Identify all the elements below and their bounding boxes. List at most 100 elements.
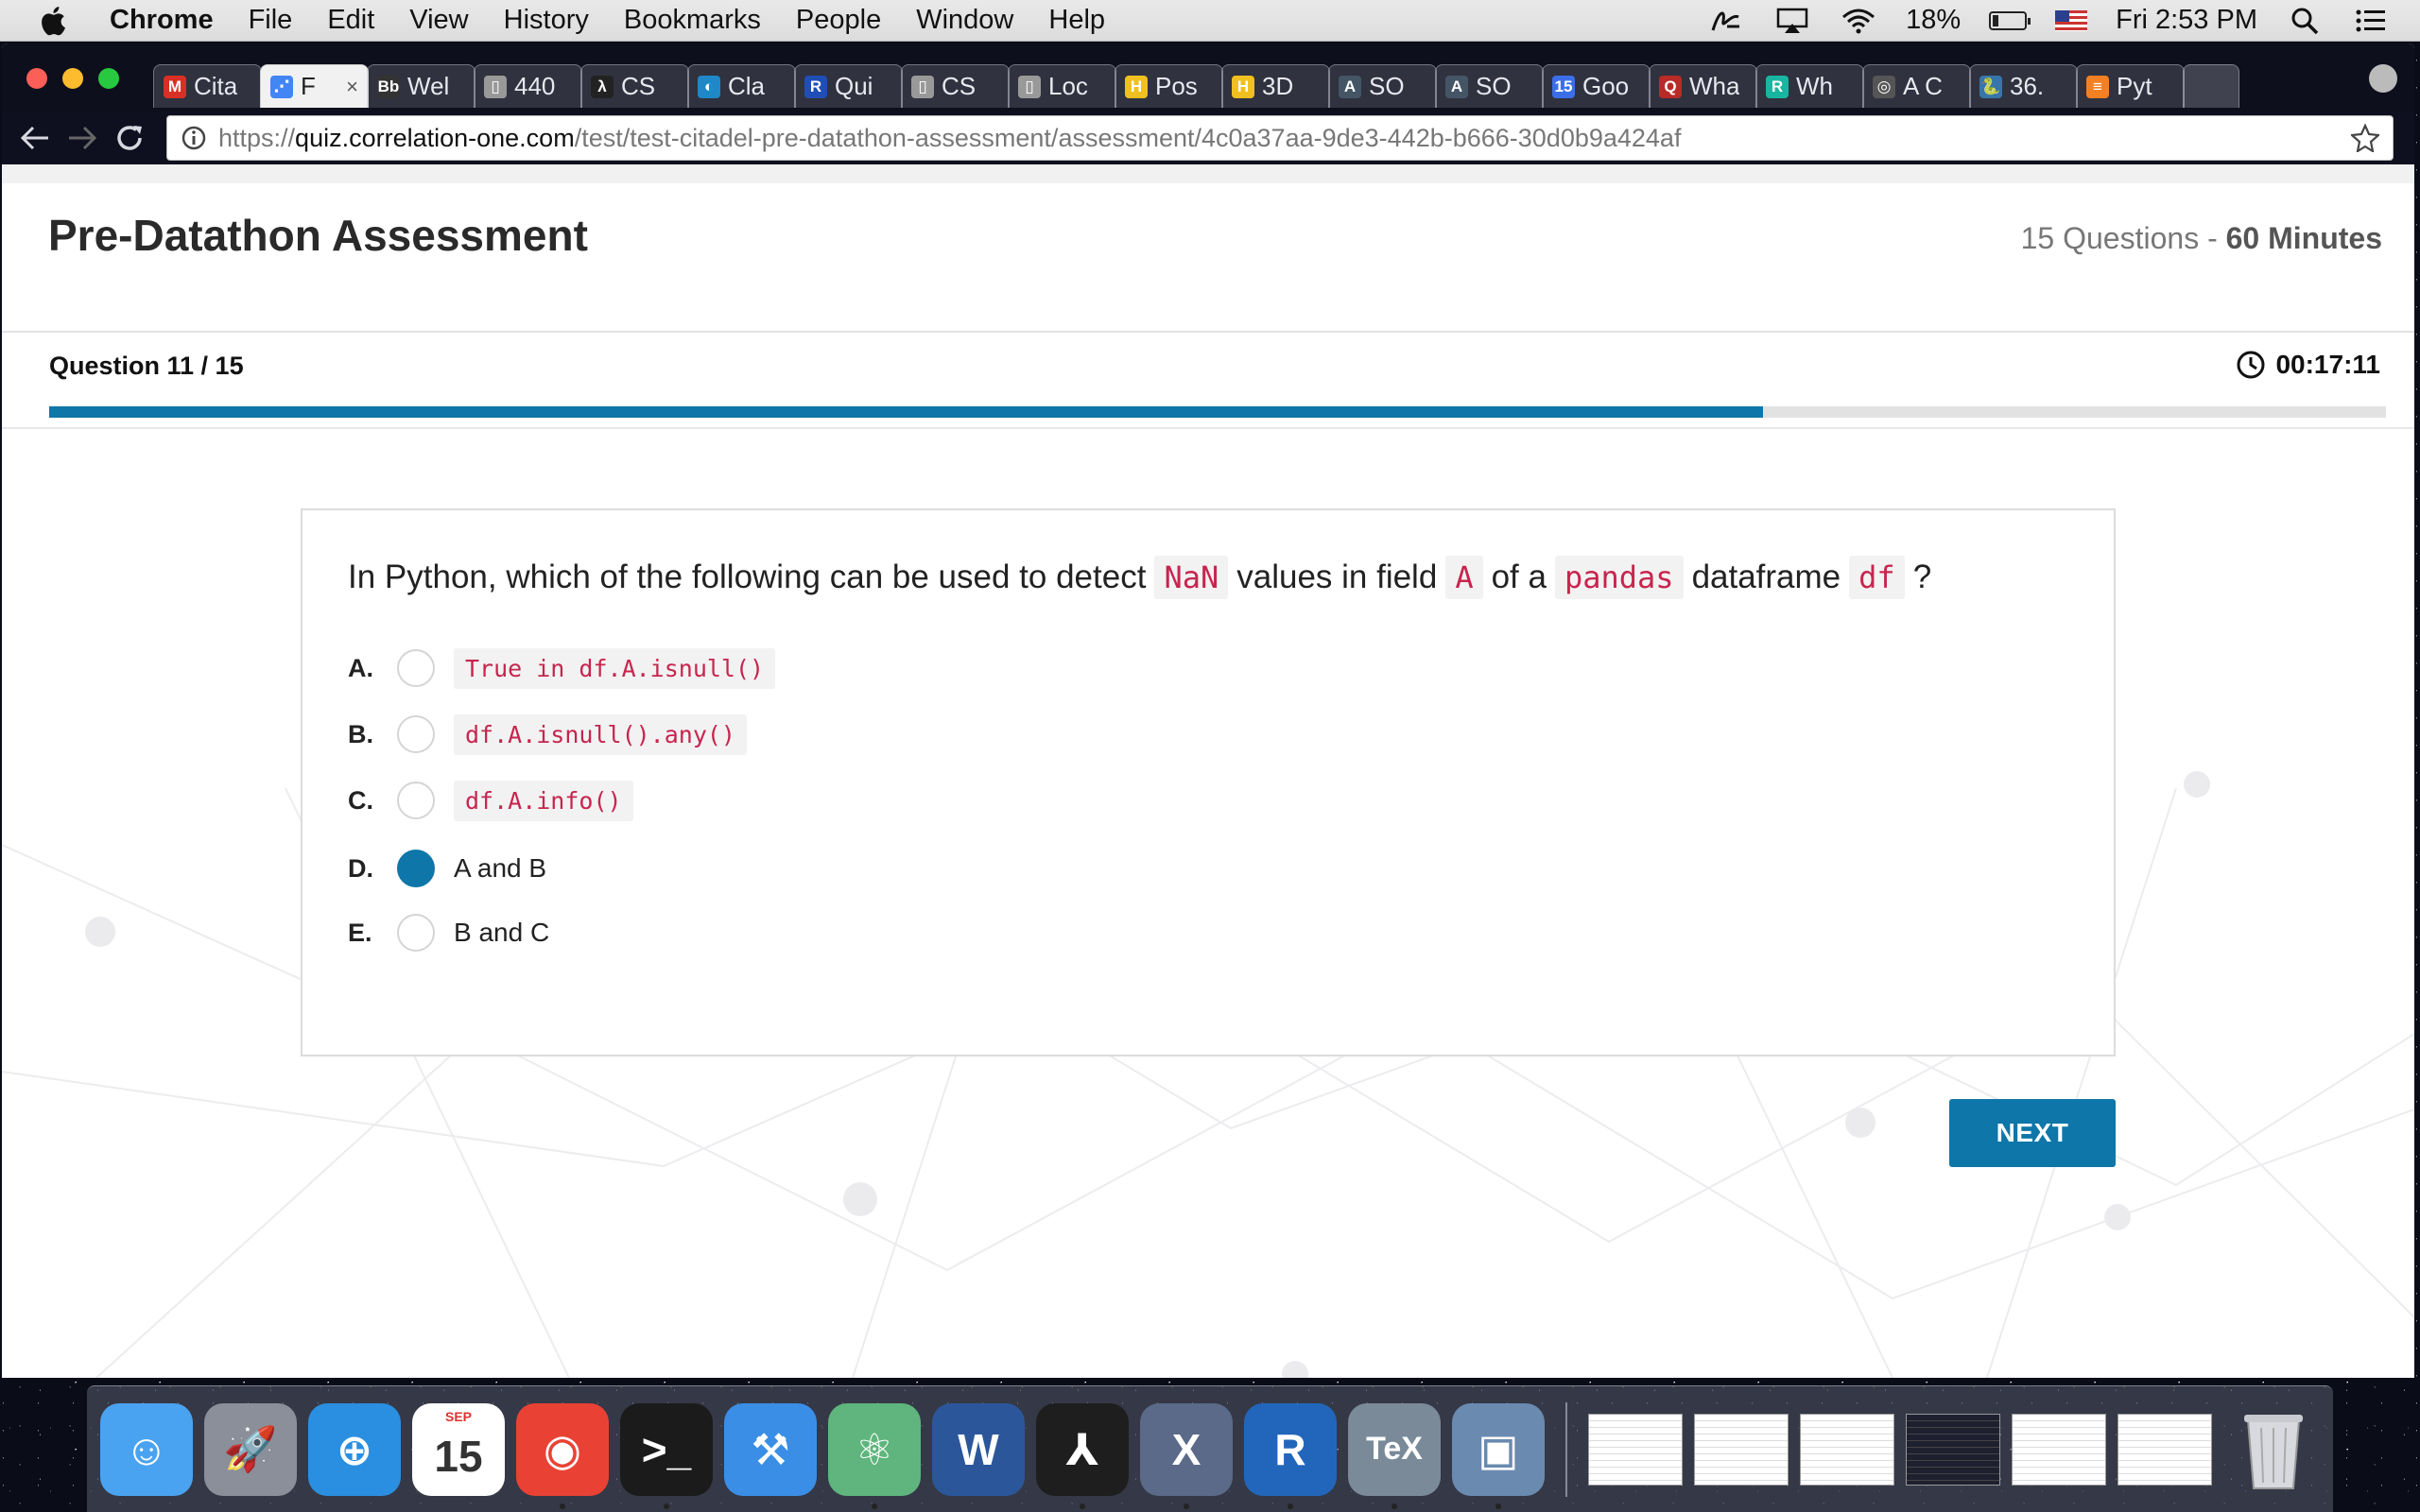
chrome-icon[interactable]: ◉	[516, 1402, 609, 1509]
answer-option[interactable]: D. A and B	[348, 845, 546, 892]
question-text: In Python, which of the following can be…	[348, 556, 1931, 599]
option-radio[interactable]	[397, 649, 435, 687]
battery-percent[interactable]: 18%	[1906, 5, 1961, 36]
python-icon: 🐍	[1979, 75, 2002, 98]
browser-tab[interactable]: R Qui	[794, 64, 903, 108]
browser-tab[interactable]: 15 Goo	[1542, 64, 1651, 108]
menu-bar: Chrome File Edit View History Bookmarks …	[0, 0, 2420, 42]
next-button[interactable]: NEXT	[1949, 1099, 2116, 1167]
minimized-window-thumbnail[interactable]	[1588, 1413, 1683, 1486]
menu-file[interactable]: File	[249, 5, 293, 36]
bookmark-star-icon[interactable]	[2351, 124, 2379, 152]
tab-title: CS	[621, 72, 656, 100]
x11-icon[interactable]: X	[1140, 1402, 1233, 1509]
menu-edit[interactable]: Edit	[327, 5, 374, 36]
answer-option[interactable]: C. df.A.info()	[348, 777, 633, 824]
signature-icon[interactable]	[1707, 7, 1745, 35]
trash-icon[interactable]	[2227, 1403, 2320, 1496]
wifi-icon[interactable]	[1840, 7, 1877, 35]
menu-bookmarks[interactable]: Bookmarks	[624, 5, 761, 36]
back-button[interactable]	[11, 117, 59, 159]
address-bar[interactable]: https://quiz.correlation-one.com/test/te…	[166, 115, 2394, 161]
running-indicator	[1184, 1503, 1189, 1509]
new-tab-button[interactable]	[2183, 64, 2239, 108]
finder-icon[interactable]: ☺	[100, 1402, 193, 1496]
us-flag-icon[interactable]	[2055, 9, 2088, 31]
option-radio[interactable]	[397, 850, 435, 887]
menu-app-name[interactable]: Chrome	[110, 5, 214, 36]
menu-people[interactable]: People	[796, 5, 881, 36]
tab-title: Wh	[1796, 72, 1833, 100]
calendar-month: SEP	[444, 1408, 472, 1424]
safari-icon[interactable]: ⊕	[308, 1402, 401, 1496]
browser-tab[interactable]: R Wh	[1755, 64, 1864, 108]
minimized-window-thumbnail[interactable]	[1800, 1413, 1894, 1486]
airplay-icon[interactable]	[1773, 7, 1811, 35]
browser-tab[interactable]: M Cita	[153, 64, 262, 108]
calendar-icon[interactable]: SEP 15	[412, 1402, 505, 1496]
atom-icon[interactable]: ⚛	[828, 1402, 921, 1509]
browser-tab[interactable]: ▯ CS	[901, 64, 1010, 108]
browser-tab[interactable]: H 3D	[1221, 64, 1330, 108]
apple-icon[interactable]	[38, 4, 72, 38]
progress-fill	[49, 406, 1763, 418]
answer-option[interactable]: B. df.A.isnull().any()	[348, 711, 747, 758]
minimized-window-thumbnail[interactable]	[1694, 1413, 1789, 1486]
terminal-icon[interactable]: >_	[620, 1402, 713, 1509]
browser-tab[interactable]: λ CS	[580, 64, 689, 108]
question-text-segment: dataframe	[1691, 558, 1841, 595]
minimized-window-thumbnail[interactable]	[2012, 1413, 2106, 1486]
circle-logo-icon: ◐	[698, 75, 720, 98]
option-radio[interactable]	[397, 914, 435, 952]
browser-tab[interactable]: ⋰ F ×	[260, 64, 369, 108]
option-letter: A.	[348, 653, 373, 682]
info-icon[interactable]	[181, 125, 207, 151]
menu-help[interactable]: Help	[1048, 5, 1105, 36]
zoom-window-button[interactable]	[98, 68, 119, 89]
forward-button[interactable]	[59, 117, 106, 159]
rg-logo-icon: R	[1766, 75, 1789, 98]
acrobat-icon[interactable]: ⅄	[1036, 1402, 1129, 1509]
menu-window[interactable]: Window	[916, 5, 1013, 36]
answer-option[interactable]: E. B and C	[348, 909, 549, 956]
minimized-window-thumbnail[interactable]	[2118, 1413, 2212, 1486]
answer-option[interactable]: A. True in df.A.isnull()	[348, 644, 776, 692]
word-icon[interactable]: W	[932, 1402, 1025, 1496]
xcode-icon[interactable]: ⚒	[724, 1402, 817, 1496]
globe-icon: ◎	[1873, 75, 1895, 98]
tab-title: Loc	[1048, 72, 1088, 100]
menu-view[interactable]: View	[409, 5, 468, 36]
browser-tab[interactable]: ▯ Loc	[1008, 64, 1116, 108]
browser-tab[interactable]: H Pos	[1115, 64, 1223, 108]
browser-tab[interactable]: A SO	[1435, 64, 1544, 108]
menu-clock[interactable]: Fri 2:53 PM	[2116, 5, 2257, 36]
close-tab-icon[interactable]: ×	[346, 75, 358, 99]
minimize-window-button[interactable]	[62, 68, 83, 89]
launchpad-icon[interactable]: 🚀	[204, 1402, 297, 1496]
browser-tab[interactable]: ◐ Cla	[687, 64, 796, 108]
url-text[interactable]: https://quiz.correlation-one.com/test/te…	[218, 124, 1681, 153]
option-radio[interactable]	[397, 782, 435, 819]
browser-tab[interactable]: 🐍 36.	[1969, 64, 2078, 108]
dock-separator	[1565, 1401, 1567, 1497]
menu-history[interactable]: History	[504, 5, 589, 36]
minimized-window-thumbnail[interactable]	[1906, 1413, 2000, 1486]
browser-tab[interactable]: ▯ 440	[474, 64, 582, 108]
browser-tab[interactable]: Bb Wel	[367, 64, 475, 108]
spotlight-icon[interactable]	[2286, 7, 2324, 35]
reload-button[interactable]	[106, 117, 153, 159]
browser-tab[interactable]: ≡ Pyt	[2076, 64, 2185, 108]
option-radio[interactable]	[397, 715, 435, 753]
browser-tab[interactable]: A SO	[1328, 64, 1437, 108]
notification-center-icon[interactable]	[2352, 7, 2390, 35]
preview-icon[interactable]: ▣	[1452, 1402, 1545, 1509]
dock: ☺ 🚀 ⊕ SEP 15 ◉ >_ ⚒ ⚛ W ⅄ X R TeX ▣	[87, 1385, 2333, 1512]
battery-icon[interactable]	[1989, 10, 2031, 30]
r-app-icon[interactable]: R	[1244, 1402, 1337, 1509]
tex-icon[interactable]: TeX	[1348, 1402, 1441, 1509]
browser-tab[interactable]: ◎ A C	[1862, 64, 1971, 108]
question-status-bar: Question 11 / 15 00:17:11	[2, 333, 2414, 429]
profile-icon[interactable]	[2369, 64, 2397, 93]
close-window-button[interactable]	[26, 68, 47, 89]
browser-tab[interactable]: Q Wha	[1649, 64, 1757, 108]
